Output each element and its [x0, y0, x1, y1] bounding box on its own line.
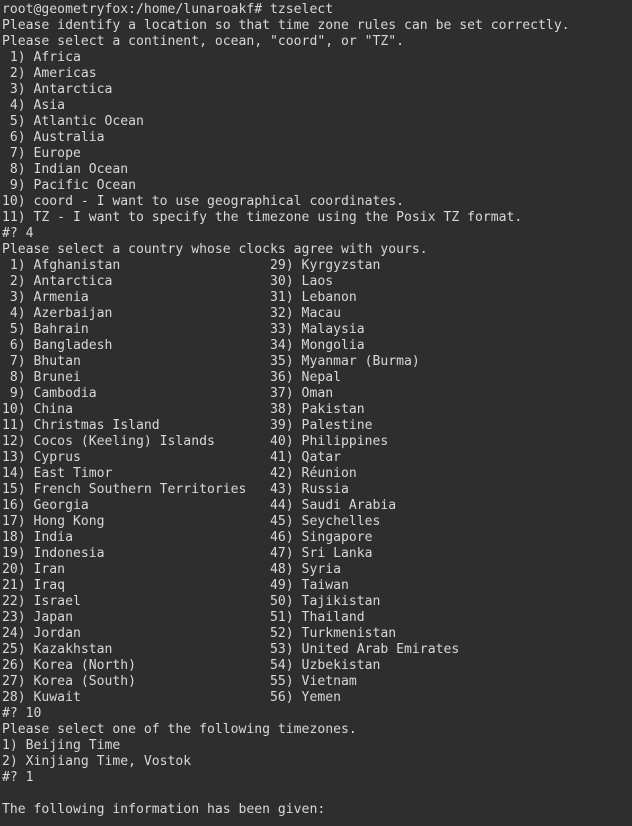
menu-item-continent[interactable]: 9) Pacific Ocean — [2, 178, 632, 194]
continent-menu: 1) Africa 2) Americas 3) Antarctica 4) A… — [2, 50, 632, 226]
menu-row-country[interactable]: 25) Kazakhstan 53) United Arab Emirates — [2, 642, 632, 658]
menu-row-country[interactable]: 20) Iran 48) Syria — [2, 562, 632, 578]
menu-row-country[interactable]: 17) Hong Kong 45) Seychelles — [2, 514, 632, 530]
menu-row-country[interactable]: 4) Azerbaijan 32) Macau — [2, 306, 632, 322]
menu-item-continent[interactable]: 6) Australia — [2, 130, 632, 146]
country-prompt-line: Please select a country whose clocks agr… — [2, 242, 428, 257]
menu-row-country[interactable]: 2) Antarctica 30) Laos — [2, 274, 632, 290]
shell-prompt-line: root@geometryfox:/home/lunaroakf# tzsele… — [2, 2, 334, 17]
summary-header-line: The following information has been given… — [2, 802, 326, 817]
menu-row-country[interactable]: 19) Indonesia 47) Sri Lanka — [2, 546, 632, 562]
menu-row-country[interactable]: 21) Iraq 49) Taiwan — [2, 578, 632, 594]
menu-row-country[interactable]: 23) Japan 51) Thailand — [2, 610, 632, 626]
menu-row-country[interactable]: 7) Bhutan 35) Myanmar (Burma) — [2, 354, 632, 370]
menu-row-country[interactable]: 9) Cambodia 37) Oman — [2, 386, 632, 402]
menu-row-country[interactable]: 10) China 38) Pakistan — [2, 402, 632, 418]
menu-item-timezone[interactable]: 1) Beijing Time — [2, 738, 632, 754]
menu-row-country[interactable]: 6) Bangladesh 34) Mongolia — [2, 338, 632, 354]
menu-row-country[interactable]: 15) French Southern Territories 43) Russ… — [2, 482, 632, 498]
menu-row-country[interactable]: 13) Cyprus 41) Qatar — [2, 450, 632, 466]
menu-row-country[interactable]: 1) Afghanistan 29) Kyrgyzstan — [2, 258, 632, 274]
menu-row-country[interactable]: 3) Armenia 31) Lebanon — [2, 290, 632, 306]
menu-item-continent[interactable]: 11) TZ - I want to specify the timezone … — [2, 210, 632, 226]
country-answer-line: #? 10 — [2, 706, 42, 721]
menu-row-country[interactable]: 26) Korea (North) 54) Uzbekistan — [2, 658, 632, 674]
menu-row-country[interactable]: 18) India 46) Singapore — [2, 530, 632, 546]
menu-row-country[interactable]: 28) Kuwait 56) Yemen — [2, 690, 632, 706]
menu-item-continent[interactable]: 2) Americas — [2, 66, 632, 82]
menu-row-country[interactable]: 11) Christmas Island 39) Palestine — [2, 418, 632, 434]
menu-item-continent[interactable]: 1) Africa — [2, 50, 632, 66]
continent-answer-line: #? 4 — [2, 226, 34, 241]
menu-item-continent[interactable]: 3) Antarctica — [2, 82, 632, 98]
menu-row-country[interactable]: 12) Cocos (Keeling) Islands 40) Philippi… — [2, 434, 632, 450]
menu-item-timezone[interactable]: 2) Xinjiang Time, Vostok — [2, 754, 632, 770]
intro-line-1: Please identify a location so that time … — [2, 18, 570, 33]
timezone-answer-line: #? 1 — [2, 770, 34, 785]
country-menu: 1) Afghanistan 29) Kyrgyzstan 2) Antarct… — [2, 258, 632, 706]
menu-row-country[interactable]: 16) Georgia 44) Saudi Arabia — [2, 498, 632, 514]
menu-item-continent[interactable]: 4) Asia — [2, 98, 632, 114]
terminal-window[interactable]: root@geometryfox:/home/lunaroakf# tzsele… — [0, 0, 632, 826]
menu-row-country[interactable]: 27) Korea (South) 55) Vietnam — [2, 674, 632, 690]
intro-line-2: Please select a continent, ocean, "coord… — [2, 34, 405, 49]
menu-item-continent[interactable]: 7) Europe — [2, 146, 632, 162]
menu-row-country[interactable]: 14) East Timor 42) Réunion — [2, 466, 632, 482]
menu-row-country[interactable]: 5) Bahrain 33) Malaysia — [2, 322, 632, 338]
menu-row-country[interactable]: 8) Brunei 36) Nepal — [2, 370, 632, 386]
timezone-prompt-line: Please select one of the following timez… — [2, 722, 357, 737]
menu-item-continent[interactable]: 10) coord - I want to use geographical c… — [2, 194, 632, 210]
menu-row-country[interactable]: 24) Jordan 52) Turkmenistan — [2, 626, 632, 642]
menu-item-continent[interactable]: 5) Atlantic Ocean — [2, 114, 632, 130]
menu-row-country[interactable]: 22) Israel 50) Tajikistan — [2, 594, 632, 610]
menu-item-continent[interactable]: 8) Indian Ocean — [2, 162, 632, 178]
timezone-menu: 1) Beijing Time 2) Xinjiang Time, Vostok — [2, 738, 632, 770]
